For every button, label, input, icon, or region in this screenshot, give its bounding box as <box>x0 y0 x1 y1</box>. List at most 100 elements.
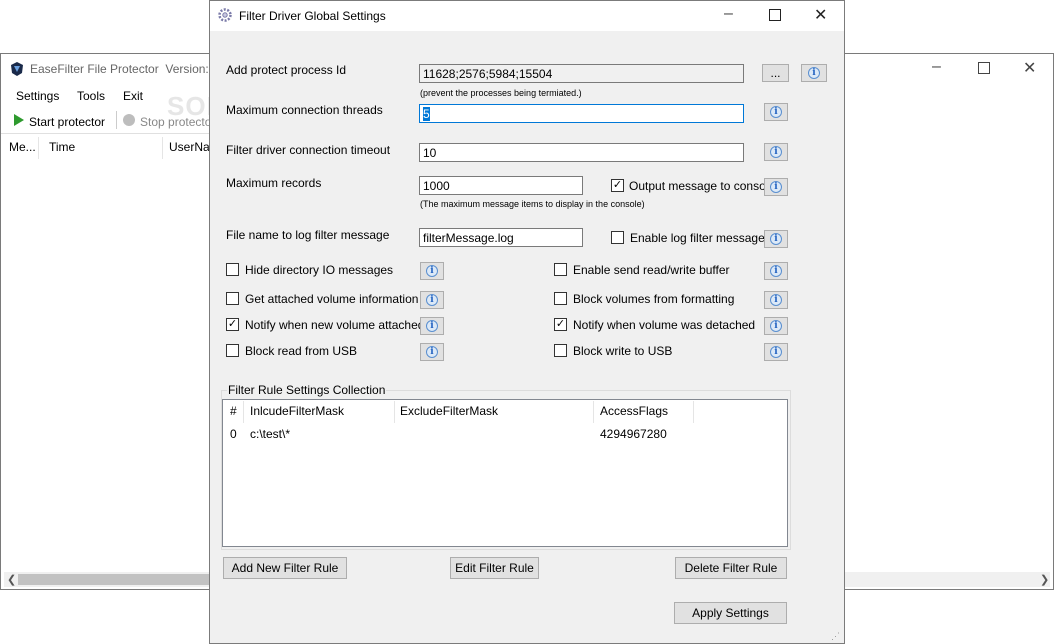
edit-filter-rule-button[interactable]: Edit Filter Rule <box>450 557 539 579</box>
rules-column-exclude[interactable]: ExcludeFilterMask <box>400 404 498 418</box>
notify-detached-label: Notify when volume was detached <box>573 318 756 332</box>
column-header-time[interactable]: Time <box>49 140 75 154</box>
menu-exit[interactable]: Exit <box>123 89 143 103</box>
log-file-label: File name to log filter message <box>226 228 390 242</box>
column-separator <box>243 401 244 423</box>
block-format-label: Block volumes from formatting <box>573 292 735 306</box>
info-icon: i <box>426 346 438 358</box>
timeout-label: Filter driver connection timeout <box>226 143 391 157</box>
log-file-input[interactable]: filterMessage.log <box>419 228 583 247</box>
hide-dir-io-checkbox[interactable] <box>226 263 239 276</box>
dialog-minimize-icon[interactable]: – <box>724 5 733 23</box>
minimize-icon[interactable]: – <box>932 58 941 76</box>
protect-pid-input[interactable]: 11628;2576;5984;15504 <box>419 64 744 83</box>
column-header-message[interactable]: Me... <box>9 140 36 154</box>
resize-grip-icon[interactable]: ⋰ <box>831 631 840 642</box>
stop-icon <box>122 113 136 130</box>
timeout-info-button[interactable]: i <box>764 143 788 161</box>
toolbar-separator <box>116 111 117 129</box>
notify-attached-label: Notify when new volume attached <box>245 318 425 332</box>
info-icon: i <box>770 146 782 158</box>
max-records-label: Maximum records <box>226 176 322 190</box>
info-icon: i <box>770 106 782 118</box>
enable-log-checkbox[interactable] <box>611 231 624 244</box>
notify-attached-info-button[interactable]: i <box>420 317 444 335</box>
output-console-label: Output message to console <box>629 179 776 193</box>
delete-filter-rule-button[interactable]: Delete Filter Rule <box>675 557 787 579</box>
block-read-usb-label: Block read from USB <box>245 344 358 358</box>
max-threads-label: Maximum connection threads <box>226 103 383 117</box>
maximize-icon[interactable] <box>978 62 990 74</box>
add-filter-rule-button[interactable]: Add New Filter Rule <box>223 557 347 579</box>
rule-row-index[interactable]: 0 <box>230 427 237 441</box>
column-separator <box>394 401 395 423</box>
play-icon <box>13 113 25 130</box>
dialog-maximize-icon[interactable] <box>769 9 781 21</box>
column-separator <box>693 401 694 423</box>
start-protector-button[interactable]: Start protector <box>13 113 105 130</box>
info-icon: i <box>770 265 782 277</box>
max-records-hint: (The maximum message items to display in… <box>420 199 645 209</box>
rules-column-include[interactable]: InlcudeFilterMask <box>250 404 344 418</box>
selected-text: 5 <box>423 107 430 121</box>
rules-column-flags[interactable]: AccessFlags <box>600 404 668 418</box>
toolbar-divider <box>1 133 209 134</box>
protect-pid-info-button[interactable]: i <box>801 64 827 82</box>
block-write-usb-checkbox[interactable] <box>554 344 567 357</box>
column-separator <box>593 401 594 423</box>
info-icon: i <box>770 233 782 245</box>
send-rw-buffer-checkbox[interactable] <box>554 263 567 276</box>
notify-detached-info-button[interactable]: i <box>764 317 788 335</box>
info-icon: i <box>770 320 782 332</box>
info-icon: i <box>770 181 782 193</box>
block-read-usb-info-button[interactable]: i <box>420 343 444 361</box>
hide-dir-io-label: Hide directory IO messages <box>245 263 394 277</box>
app-logo-icon <box>9 61 25 80</box>
menu-settings[interactable]: Settings <box>16 89 59 103</box>
menu-tools[interactable]: Tools <box>77 89 105 103</box>
rule-row-flags[interactable]: 4294967280 <box>600 427 667 441</box>
get-volume-info-info-button[interactable]: i <box>420 291 444 309</box>
protect-pid-hint: (prevent the processes being termiated.) <box>420 88 582 98</box>
info-icon: i <box>808 67 820 79</box>
info-icon: i <box>426 320 438 332</box>
timeout-input[interactable]: 10 <box>419 143 744 162</box>
enable-log-label: Enable log filter message <box>630 231 765 245</box>
scroll-left-icon[interactable]: ❮ <box>7 573 16 586</box>
output-console-checkbox[interactable]: ✓ <box>611 179 624 192</box>
send-rw-buffer-info-button[interactable]: i <box>764 262 788 280</box>
main-window-title: EaseFilter File Protector Version: <box>30 62 209 76</box>
max-threads-input[interactable]: 5 <box>419 104 744 123</box>
enable-log-info-button[interactable]: i <box>764 230 788 248</box>
filter-rules-group-title: Filter Rule Settings Collection <box>227 383 387 397</box>
hide-dir-io-info-button[interactable]: i <box>420 262 444 280</box>
apply-settings-button[interactable]: Apply Settings <box>674 602 787 624</box>
block-format-info-button[interactable]: i <box>764 291 788 309</box>
get-volume-info-checkbox[interactable] <box>226 292 239 305</box>
get-volume-info-label: Get attached volume information <box>245 292 419 306</box>
stop-protector-button[interactable]: Stop protecto <box>122 113 211 130</box>
dialog-close-icon[interactable]: ✕ <box>814 5 827 25</box>
protect-pid-label: Add protect process Id <box>226 63 347 77</box>
scroll-right-icon[interactable]: ❯ <box>1040 573 1049 586</box>
close-icon[interactable]: ✕ <box>1023 58 1036 78</box>
block-read-usb-checkbox[interactable] <box>226 344 239 357</box>
info-icon: i <box>426 294 438 306</box>
dialog-title: Filter Driver Global Settings <box>239 9 386 23</box>
notify-detached-checkbox[interactable]: ✓ <box>554 318 567 331</box>
max-threads-info-button[interactable]: i <box>764 103 788 121</box>
max-records-input[interactable]: 1000 <box>419 176 583 195</box>
info-icon: i <box>770 346 782 358</box>
browse-pid-button[interactable]: ... <box>762 64 789 82</box>
filter-rules-list[interactable] <box>222 399 788 547</box>
block-write-usb-info-button[interactable]: i <box>764 343 788 361</box>
rule-row-include[interactable]: c:\test\* <box>250 427 290 441</box>
send-rw-buffer-label: Enable send read/write buffer <box>573 263 730 277</box>
scrollbar-thumb[interactable] <box>18 574 210 585</box>
block-format-checkbox[interactable] <box>554 292 567 305</box>
output-console-info-button[interactable]: i <box>764 178 788 196</box>
info-icon: i <box>770 294 782 306</box>
notify-attached-checkbox[interactable]: ✓ <box>226 318 239 331</box>
rules-column-index[interactable]: # <box>230 404 237 418</box>
info-icon: i <box>426 265 438 277</box>
